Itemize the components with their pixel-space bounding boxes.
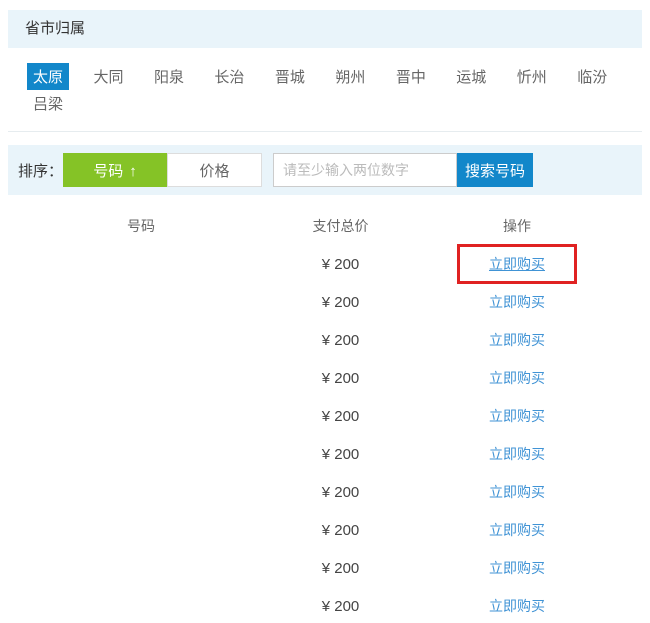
buy-now-link[interactable]: 立即购买 bbox=[489, 598, 545, 614]
row-action-cell: 立即购买 bbox=[407, 330, 627, 350]
sort-ascending-arrow-icon: ↑ bbox=[129, 162, 137, 180]
buy-now-link[interactable]: 立即购买 bbox=[489, 370, 545, 386]
buy-link-wrap: 立即购买 bbox=[489, 482, 545, 502]
buy-now-link[interactable]: 立即购买 bbox=[489, 560, 545, 576]
province-panel: 省市归属 太原 大同 阳泉 长治 晋城 朔州 晋中 运城 忻州 临汾 吕梁 bbox=[8, 10, 642, 132]
buy-now-link[interactable]: 立即购买 bbox=[489, 408, 545, 424]
table-row: ¥ 200 立即购买 bbox=[8, 473, 642, 511]
buy-link-wrap: 立即购买 bbox=[489, 520, 545, 540]
row-price: ¥ 200 bbox=[321, 293, 360, 311]
city-tab[interactable]: 长治 bbox=[208, 63, 250, 90]
table-header-row: 号码 支付总价 操作 bbox=[8, 207, 642, 245]
city-tab[interactable]: 朔州 bbox=[329, 63, 371, 90]
row-action-cell: 立即购买 bbox=[407, 244, 627, 284]
city-tab[interactable]: 太原 bbox=[27, 63, 70, 90]
row-action-cell: 立即购买 bbox=[407, 596, 627, 616]
row-price: ¥ 200 bbox=[321, 559, 360, 577]
sort-number-label: 号码 bbox=[93, 162, 124, 180]
row-action-cell: 立即购买 bbox=[407, 558, 627, 578]
number-table: 号码 支付总价 操作 ¥ 200 立即购买 ¥ 200 立即购买 ¥ 200 立… bbox=[8, 207, 642, 623]
row-action-cell: 立即购买 bbox=[407, 292, 627, 312]
table-row: ¥ 200 立即购买 bbox=[8, 397, 642, 435]
page: 省市归属 太原 大同 阳泉 长治 晋城 朔州 晋中 运城 忻州 临汾 吕梁 排序… bbox=[0, 10, 650, 623]
sort-by-price-button[interactable]: 价格 bbox=[167, 153, 263, 187]
search-number-button[interactable]: 搜索号码 bbox=[457, 153, 534, 187]
city-tab[interactable]: 吕梁 bbox=[27, 90, 69, 117]
city-tab[interactable]: 运城 bbox=[450, 63, 492, 90]
table-row: ¥ 200 立即购买 bbox=[8, 587, 642, 623]
col-header-number: 号码 bbox=[127, 218, 155, 234]
buy-now-link[interactable]: 立即购买 bbox=[489, 484, 545, 500]
buy-link-wrap: 立即购买 bbox=[457, 244, 577, 284]
city-tab[interactable]: 大同 bbox=[87, 63, 129, 90]
panel-title: 省市归属 bbox=[8, 10, 642, 48]
search-input[interactable] bbox=[273, 153, 458, 187]
buy-link-wrap: 立即购买 bbox=[489, 406, 545, 426]
row-price: ¥ 200 bbox=[321, 597, 360, 615]
buy-now-link[interactable]: 立即购买 bbox=[489, 446, 545, 462]
table-row: ¥ 200 立即购买 bbox=[8, 283, 642, 321]
row-action-cell: 立即购买 bbox=[407, 406, 627, 426]
sort-by-number-button[interactable]: 号码 ↑ bbox=[63, 153, 168, 187]
col-header-total-price: 支付总价 bbox=[312, 218, 369, 234]
table-row: ¥ 200 立即购买 bbox=[8, 435, 642, 473]
table-row: ¥ 200 立即购买 bbox=[8, 549, 642, 587]
row-action-cell: 立即购买 bbox=[407, 368, 627, 388]
city-tab[interactable]: 忻州 bbox=[511, 63, 553, 90]
buy-now-link[interactable]: 立即购买 bbox=[489, 256, 545, 272]
city-tab[interactable]: 临汾 bbox=[571, 63, 613, 90]
city-tab[interactable]: 阳泉 bbox=[148, 63, 190, 90]
table-row: ¥ 200 立即购买 bbox=[8, 244, 642, 284]
row-price: ¥ 200 bbox=[321, 369, 360, 387]
buy-link-wrap: 立即购买 bbox=[489, 368, 545, 388]
row-action-cell: 立即购买 bbox=[407, 444, 627, 464]
buy-now-link[interactable]: 立即购买 bbox=[489, 332, 545, 348]
row-price: ¥ 200 bbox=[321, 255, 360, 273]
row-action-cell: 立即购买 bbox=[407, 520, 627, 540]
buy-link-wrap: 立即购买 bbox=[489, 292, 545, 312]
sort-label: 排序： bbox=[18, 162, 64, 180]
city-tab[interactable]: 晋城 bbox=[269, 63, 311, 90]
buy-link-wrap: 立即购买 bbox=[489, 558, 545, 578]
table-row: ¥ 200 立即购买 bbox=[8, 321, 642, 359]
row-price: ¥ 200 bbox=[321, 407, 360, 425]
buy-now-link[interactable]: 立即购买 bbox=[489, 294, 545, 310]
table-row: ¥ 200 立即购买 bbox=[8, 511, 642, 549]
buy-link-wrap: 立即购买 bbox=[489, 596, 545, 616]
city-tab[interactable]: 晋中 bbox=[390, 63, 432, 90]
col-header-action: 操作 bbox=[503, 218, 531, 234]
sort-bar: 排序： 号码 ↑ 价格 搜索号码 bbox=[8, 145, 642, 195]
row-action-cell: 立即购买 bbox=[407, 482, 627, 502]
table-row: ¥ 200 立即购买 bbox=[8, 359, 642, 397]
buy-link-wrap: 立即购买 bbox=[489, 330, 545, 350]
row-price: ¥ 200 bbox=[321, 445, 360, 463]
row-price: ¥ 200 bbox=[321, 521, 360, 539]
row-price: ¥ 200 bbox=[321, 331, 360, 349]
buy-link-wrap: 立即购买 bbox=[489, 444, 545, 464]
buy-now-link[interactable]: 立即购买 bbox=[489, 522, 545, 538]
row-price: ¥ 200 bbox=[321, 483, 360, 501]
city-tabs: 太原 大同 阳泉 长治 晋城 朔州 晋中 运城 忻州 临汾 吕梁 bbox=[8, 48, 642, 132]
